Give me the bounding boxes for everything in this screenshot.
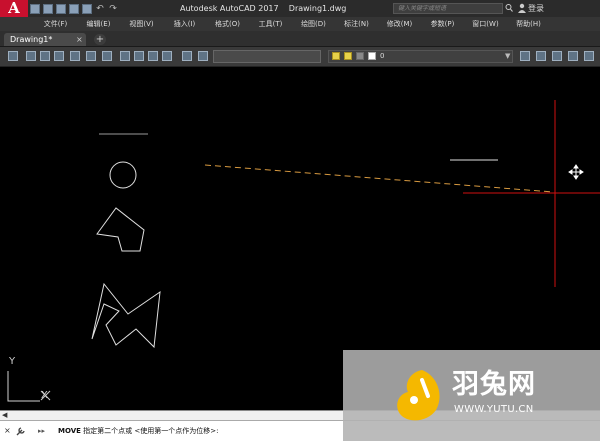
menu-draw[interactable]: 绘图(D)	[292, 17, 335, 31]
ucs-x-label: X	[41, 390, 48, 401]
move-cursor-icon	[568, 164, 584, 180]
signin-button[interactable]: 登录	[528, 2, 544, 15]
tool-icon[interactable]	[54, 51, 64, 61]
quick-access-toolbar: ↶ ↷	[30, 2, 118, 15]
tab-drawing1[interactable]: Drawing1* ×	[4, 33, 86, 46]
tool-icon[interactable]	[148, 51, 158, 61]
tool-icon[interactable]	[162, 51, 172, 61]
rubberband-line	[204, 164, 554, 193]
color-swatch-icon[interactable]	[368, 52, 376, 60]
tool-icon[interactable]	[26, 51, 36, 61]
redo-icon[interactable]: ↷	[108, 4, 118, 14]
window-title: Autodesk AutoCAD 2017 Drawing1.dwg	[180, 4, 347, 13]
layer-properties-icon[interactable]	[8, 51, 18, 61]
zigzag-polygon-object	[91, 282, 161, 349]
tool-icon[interactable]	[552, 51, 562, 61]
lightbulb-icon[interactable]	[332, 52, 340, 60]
tool-icon[interactable]	[568, 51, 578, 61]
chevron-down-icon[interactable]: ▼	[505, 50, 510, 63]
new-file-icon[interactable]	[30, 3, 40, 14]
menu-insert[interactable]: 插入(I)	[163, 17, 206, 31]
tool-icon[interactable]	[70, 51, 80, 61]
tool-icon[interactable]	[40, 51, 50, 61]
circle-object	[109, 161, 137, 189]
app-logo-icon[interactable]: A	[0, 0, 28, 17]
toolbar: 0 ▼	[0, 47, 600, 67]
watermark-logo-icon	[397, 370, 440, 421]
close-icon[interactable]: ×	[76, 33, 86, 46]
menu-window[interactable]: 窗口(W)	[464, 17, 507, 31]
tool-icon[interactable]	[102, 51, 112, 61]
style-dropdown[interactable]	[213, 50, 321, 63]
command-prompt-text: 指定第二个点或 <使用第一个点作为位移>:	[80, 427, 219, 435]
tool-icon[interactable]	[86, 51, 96, 61]
print-icon[interactable]	[82, 3, 92, 14]
command-prompt-chevrons: ▸▸	[38, 427, 46, 435]
watermark-title: 羽兔网	[452, 369, 536, 400]
menu-dimension[interactable]: 标注(N)	[335, 17, 378, 31]
menu-bar: 文件(F) 编辑(E) 视图(V) 插入(I) 格式(O) 工具(T) 绘图(D…	[0, 17, 600, 31]
search-input[interactable]: 键入关键字或短语	[393, 3, 503, 14]
undo-icon[interactable]: ↶	[95, 4, 105, 14]
close-icon[interactable]: ×	[4, 425, 11, 437]
command-keyword: MOVE	[58, 427, 81, 435]
tool-icon[interactable]	[120, 51, 130, 61]
menu-modify[interactable]: 修改(M)	[378, 17, 421, 31]
file-tab-bar: Drawing1* × +	[0, 31, 600, 47]
ucs-y-label: Y	[8, 356, 16, 367]
arrow-polygon-object	[96, 207, 145, 252]
tool-icon[interactable]	[536, 51, 546, 61]
command-prompt: MOVE 指定第二个点或 <使用第一个点作为位移>:	[58, 426, 218, 437]
tool-icon[interactable]	[198, 51, 208, 61]
lock-icon[interactable]	[356, 52, 364, 60]
tool-icon[interactable]	[584, 51, 594, 61]
save-icon[interactable]	[56, 3, 66, 14]
tool-icon[interactable]	[520, 51, 530, 61]
search-icon[interactable]	[505, 3, 513, 13]
tool-icon[interactable]	[182, 51, 192, 61]
open-file-icon[interactable]	[43, 3, 53, 14]
new-tab-button[interactable]: +	[94, 34, 106, 45]
save-as-icon[interactable]	[69, 3, 79, 14]
menu-format[interactable]: 格式(O)	[206, 17, 249, 31]
menu-view[interactable]: 视图(V)	[120, 17, 163, 31]
sun-icon[interactable]	[344, 52, 352, 60]
menu-parametric[interactable]: 参数(P)	[421, 17, 464, 31]
watermark-url: WWW.YUTU.CN	[454, 404, 534, 415]
menu-tools[interactable]: 工具(T)	[249, 17, 292, 31]
layer-name: 0	[380, 52, 385, 60]
scroll-left-arrow-icon[interactable]: ◀	[2, 410, 7, 420]
wrench-icon[interactable]	[15, 425, 27, 437]
menu-file[interactable]: 文件(F)	[34, 17, 77, 31]
tab-label: Drawing1*	[10, 35, 53, 44]
user-icon[interactable]	[517, 3, 527, 13]
menu-help[interactable]: 帮助(H)	[507, 17, 550, 31]
tool-icon[interactable]	[134, 51, 144, 61]
menu-edit[interactable]: 编辑(E)	[77, 17, 120, 31]
